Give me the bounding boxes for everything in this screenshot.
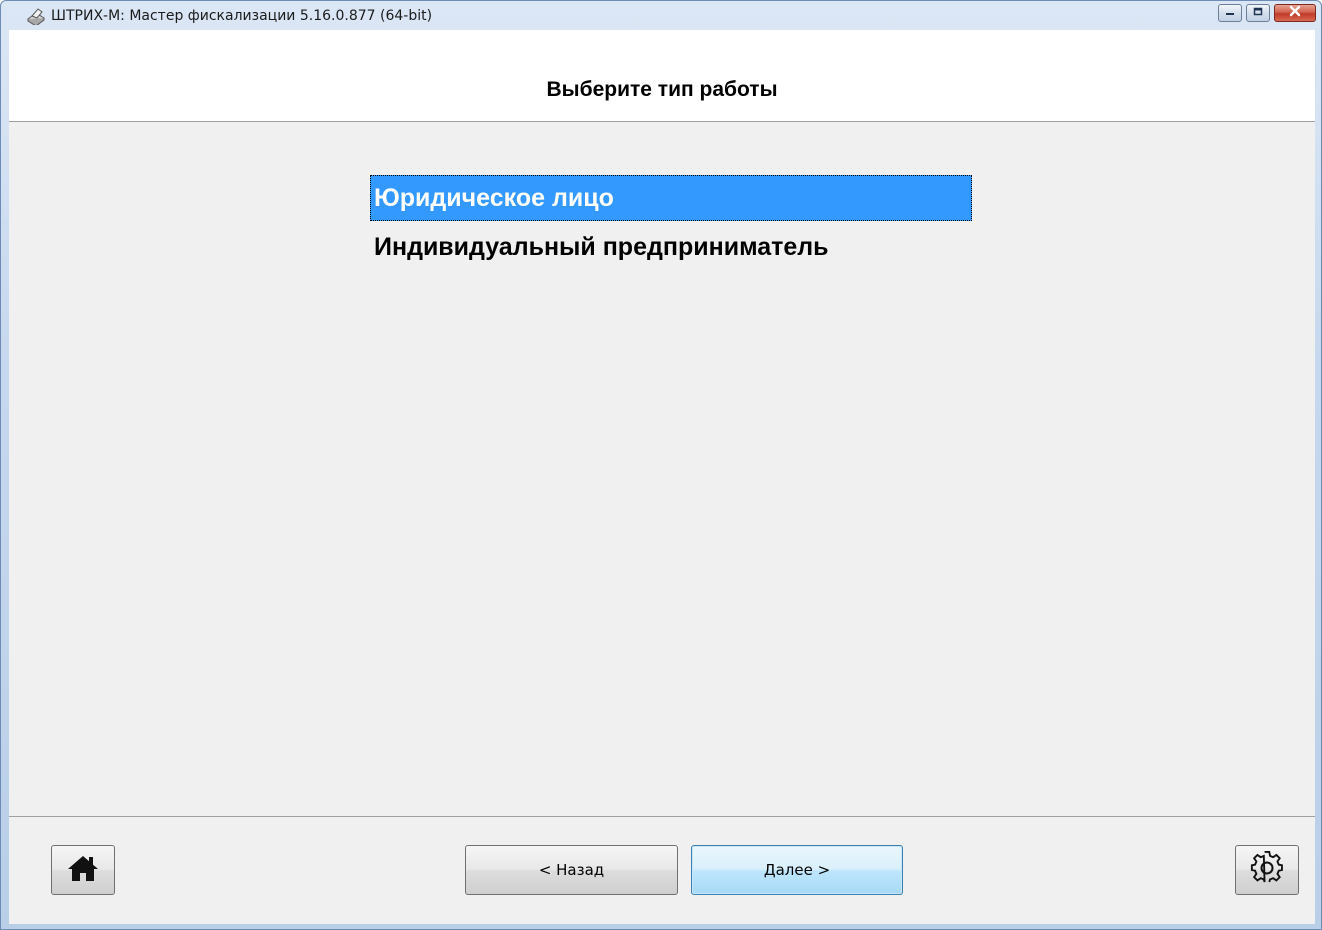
window-title: ШТРИХ-М: Мастер фискализации 5.16.0.877 …	[51, 7, 433, 24]
home-icon	[66, 853, 100, 887]
back-button[interactable]: < Назад	[465, 845, 678, 895]
close-button[interactable]	[1274, 4, 1316, 22]
option-label: Индивидуальный предприниматель	[374, 232, 829, 261]
maximize-button[interactable]	[1246, 4, 1270, 22]
footer-divider	[9, 816, 1315, 817]
wizard-header: Выберите тип работы	[9, 30, 1315, 122]
work-type-list[interactable]: Юридическое лицо Индивидуальный предприн…	[370, 175, 972, 273]
close-icon	[1288, 4, 1302, 22]
window-controls	[1218, 4, 1316, 22]
gear-icon	[1250, 851, 1284, 889]
minimize-icon	[1224, 4, 1236, 22]
title-bar[interactable]: ШТРИХ-М: Мастер фискализации 5.16.0.877 …	[1, 1, 1321, 30]
settings-button[interactable]	[1235, 845, 1299, 895]
page-title: Выберите тип работы	[546, 78, 778, 101]
wizard-content: Выберите тип работы Юридическое лицо Инд…	[9, 30, 1315, 924]
maximize-icon	[1252, 4, 1264, 22]
home-button[interactable]	[51, 845, 115, 895]
minimize-button[interactable]	[1218, 4, 1242, 22]
option-individual-entrepreneur[interactable]: Индивидуальный предприниматель	[370, 221, 972, 273]
option-label: Юридическое лицо	[374, 183, 614, 212]
next-button[interactable]: Далее >	[691, 845, 903, 895]
app-icon	[25, 6, 47, 26]
app-window: ШТРИХ-М: Мастер фискализации 5.16.0.877 …	[0, 0, 1322, 930]
option-legal-entity[interactable]: Юридическое лицо	[370, 175, 972, 221]
